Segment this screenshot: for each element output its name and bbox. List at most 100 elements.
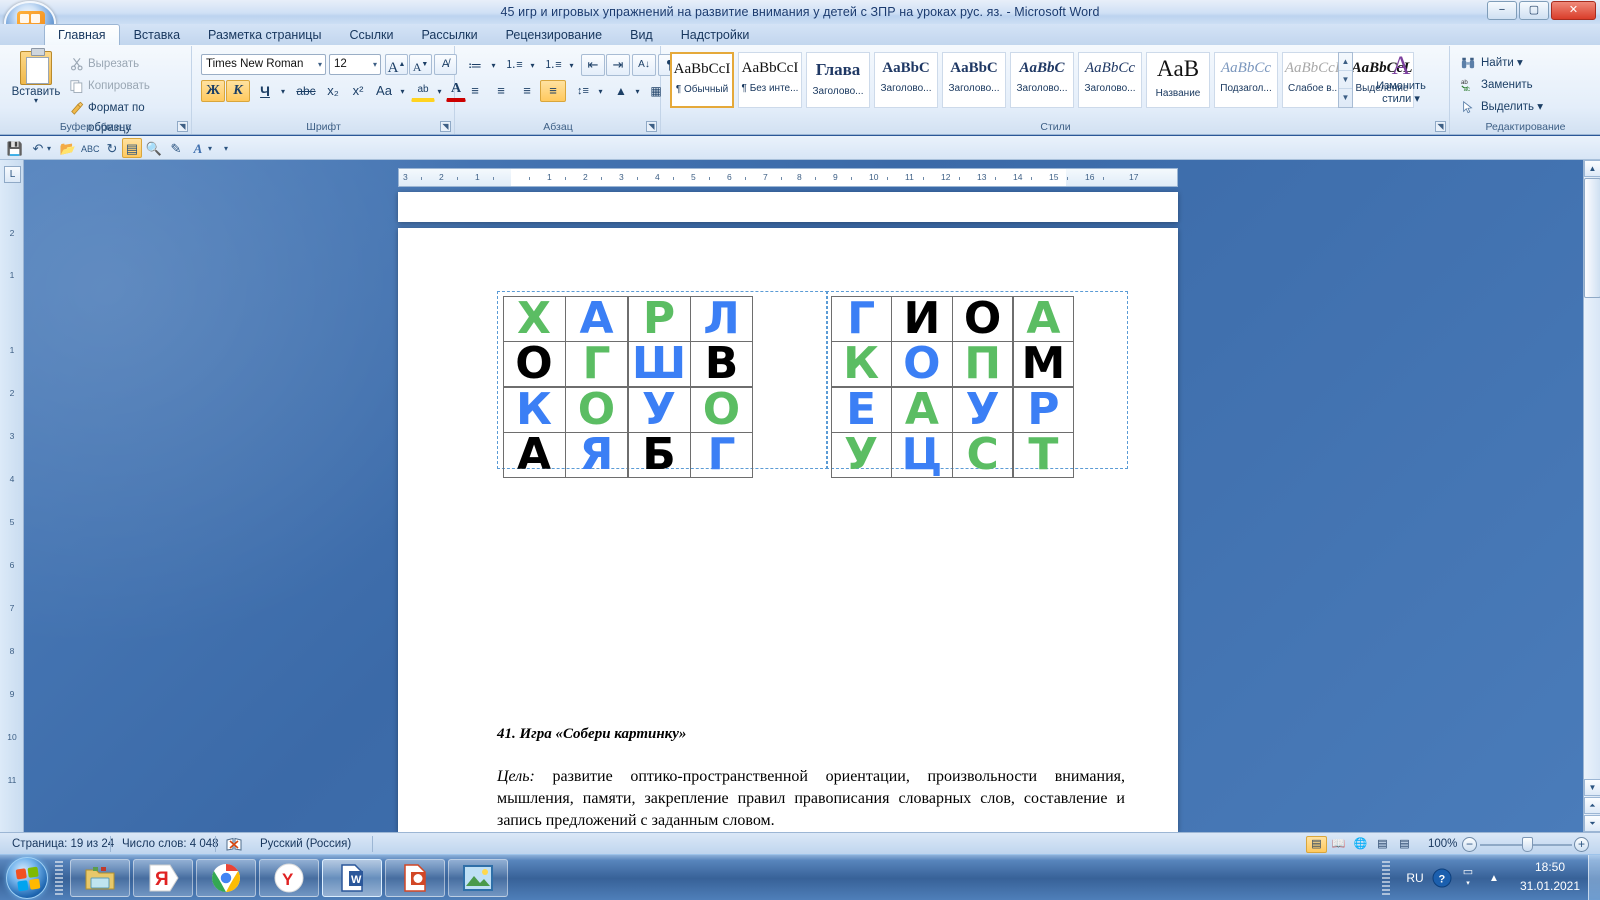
- decrease-indent-button[interactable]: ⇤: [581, 54, 605, 76]
- undo-chevron-down-icon[interactable]: ▾: [44, 138, 54, 158]
- network-chevron-down-icon[interactable]: ▾: [1460, 879, 1476, 887]
- shading-chevron-down-icon[interactable]: ▾: [632, 80, 643, 102]
- tab-vstavka[interactable]: Вставка: [120, 24, 194, 46]
- style-item-nazvanie[interactable]: AaB Название: [1146, 52, 1210, 108]
- strikethrough-button[interactable]: abc: [293, 80, 319, 102]
- print-preview-button[interactable]: 🔍: [144, 138, 164, 158]
- network-icon[interactable]: ▭: [1460, 865, 1476, 878]
- line-spacing-chevron-down-icon[interactable]: ▾: [595, 80, 606, 102]
- clear-formatting-button[interactable]: A̸: [434, 54, 457, 75]
- style-item-obychnyy[interactable]: AaBbCcI ¶ Обычный: [670, 52, 734, 108]
- start-button[interactable]: [6, 857, 48, 899]
- font-size-input[interactable]: 12 ▾: [329, 54, 381, 75]
- multilevel-chevron-down-icon[interactable]: ▾: [566, 54, 577, 76]
- align-right-button[interactable]: ≡: [514, 80, 540, 102]
- style-item-zagolovok-3[interactable]: AaBbC Заголово...: [942, 52, 1006, 108]
- text-highlight-button[interactable]: ab: [411, 80, 435, 102]
- reading-view-button[interactable]: ▤: [122, 138, 142, 158]
- taskbar-item-explorer[interactable]: [70, 859, 130, 897]
- change-styles-button[interactable]: A Изменить стили ▾: [1359, 52, 1443, 106]
- show-hidden-icons-button[interactable]: ▲: [1486, 873, 1502, 884]
- spelling-check-button[interactable]: ABC: [80, 138, 100, 158]
- qat-more-icon[interactable]: ▾: [220, 138, 232, 158]
- style-item-bez-intervala[interactable]: AaBbCcI ¶ Без инте...: [738, 52, 802, 108]
- taskbar-grip[interactable]: [55, 861, 63, 895]
- clock-time[interactable]: 18:50: [1516, 860, 1584, 874]
- bold-button[interactable]: Ж: [201, 80, 225, 102]
- tab-vid[interactable]: Вид: [616, 24, 667, 46]
- grow-font-button[interactable]: A▲: [385, 54, 408, 76]
- align-center-button[interactable]: ≡: [488, 80, 514, 102]
- zoom-slider-handle[interactable]: [1522, 837, 1533, 852]
- font-name-chevron-down-icon[interactable]: ▾: [318, 55, 322, 74]
- bullets-button[interactable]: ≔: [462, 54, 488, 76]
- find-button[interactable]: Найти ▾: [1459, 52, 1523, 74]
- status-page-number[interactable]: Страница: 19 из 24: [2, 836, 124, 852]
- paste-button[interactable]: Вставить ▾: [10, 48, 62, 116]
- styles-scroll-down-icon[interactable]: ▼: [1339, 71, 1352, 89]
- numbering-chevron-down-icon[interactable]: ▾: [527, 54, 538, 76]
- letter-grid-left-container[interactable]: Х А Р Л О Г Ш В К О У О А Я Б Г: [497, 291, 828, 478]
- wordart-chevron-down-icon[interactable]: ▾: [205, 138, 215, 158]
- taskbar-item-microsoft-powerpoint[interactable]: [385, 859, 445, 897]
- change-case-button[interactable]: Aa: [371, 80, 397, 102]
- close-button[interactable]: ✕: [1551, 1, 1596, 20]
- select-button[interactable]: Выделить ▾: [1459, 96, 1543, 118]
- scroll-down-icon[interactable]: ▼: [1584, 779, 1600, 796]
- format-painter-button[interactable]: Формат по образцу: [68, 98, 191, 134]
- change-case-chevron-down-icon[interactable]: ▾: [397, 80, 408, 102]
- horizontal-ruler[interactable]: 3 2 1 1 2 3 4 5 6 7 8 9 10 11 12 13 14 1…: [398, 168, 1178, 187]
- refresh-button[interactable]: ↻: [102, 138, 122, 158]
- clock-date[interactable]: 31.01.2021: [1516, 879, 1584, 893]
- tab-recenzirovanie[interactable]: Рецензирование: [492, 24, 617, 46]
- taskbar-item-yandex-browser[interactable]: Я: [133, 859, 193, 897]
- minimize-button[interactable]: −: [1487, 1, 1517, 20]
- styles-dialog-launcher[interactable]: ◥: [1435, 121, 1446, 132]
- taskbar-item-yandex[interactable]: Y: [259, 859, 319, 897]
- font-size-chevron-down-icon[interactable]: ▾: [373, 55, 377, 74]
- help-icon[interactable]: ?: [1432, 868, 1452, 888]
- maximize-button[interactable]: ▢: [1519, 1, 1549, 20]
- styles-gallery-scrollbar[interactable]: ▲ ▼ ▼: [1338, 52, 1353, 108]
- previous-page-icon[interactable]: ⏶: [1584, 797, 1600, 814]
- clipboard-dialog-launcher[interactable]: ◥: [177, 121, 188, 132]
- superscript-button[interactable]: x²: [346, 80, 370, 102]
- multilevel-list-button[interactable]: ⒈≡: [540, 54, 566, 76]
- view-full-screen-reading-button[interactable]: 📖: [1328, 836, 1349, 853]
- underline-chevron-down-icon[interactable]: ▾: [277, 80, 289, 102]
- proofing-errors-icon[interactable]: [226, 837, 242, 851]
- bullets-chevron-down-icon[interactable]: ▾: [488, 54, 499, 76]
- taskbar-item-google-chrome[interactable]: [196, 859, 256, 897]
- tray-language-indicator[interactable]: RU: [1402, 871, 1428, 885]
- taskbar-item-photo-viewer[interactable]: [448, 859, 508, 897]
- view-web-layout-button[interactable]: 🌐: [1350, 836, 1371, 853]
- copy-button[interactable]: Копировать: [68, 76, 150, 96]
- cut-button[interactable]: Вырезать: [68, 54, 139, 74]
- italic-button[interactable]: К: [226, 80, 250, 102]
- open-button[interactable]: 📂: [58, 138, 78, 158]
- font-dialog-launcher[interactable]: ◥: [440, 121, 451, 132]
- increase-indent-button[interactable]: ⇥: [606, 54, 630, 76]
- style-item-zagolovok-5[interactable]: AaBbCc Заголово...: [1078, 52, 1142, 108]
- highlight-chevron-down-icon[interactable]: ▾: [434, 80, 445, 102]
- style-item-podzagolovok[interactable]: AaBbCc Подзагол...: [1214, 52, 1278, 108]
- shrink-font-button[interactable]: A▼: [409, 54, 432, 75]
- style-item-zagolovok-1[interactable]: Глава Заголово...: [806, 52, 870, 108]
- scroll-up-icon[interactable]: ▲: [1584, 160, 1600, 177]
- subscript-button[interactable]: x₂: [321, 80, 345, 102]
- taskbar-item-microsoft-word[interactable]: W: [322, 859, 382, 897]
- status-word-count[interactable]: Число слов: 4 048: [112, 836, 229, 852]
- scrollbar-thumb[interactable]: [1584, 178, 1600, 298]
- letter-grid-right-container[interactable]: Г И О А К О П М Е А У Р У Ц С Т: [826, 291, 1128, 478]
- tab-razmetka-stranicy[interactable]: Разметка страницы: [194, 24, 335, 46]
- sort-button[interactable]: A↓: [632, 54, 656, 76]
- vertical-ruler[interactable]: 2 1 1 2 3 4 5 6 7 8 9 10 11: [0, 160, 24, 832]
- view-outline-button[interactable]: ▤: [1372, 836, 1393, 853]
- zoom-in-button[interactable]: +: [1574, 837, 1589, 852]
- styles-scroll-up-icon[interactable]: ▲: [1339, 53, 1352, 71]
- paragraph-dialog-launcher[interactable]: ◥: [646, 121, 657, 132]
- align-left-button[interactable]: ≡: [462, 80, 488, 102]
- tab-rassylki[interactable]: Рассылки: [407, 24, 491, 46]
- zoom-level-label[interactable]: 100%: [1418, 836, 1467, 852]
- numbering-button[interactable]: ⒈≡: [501, 54, 527, 76]
